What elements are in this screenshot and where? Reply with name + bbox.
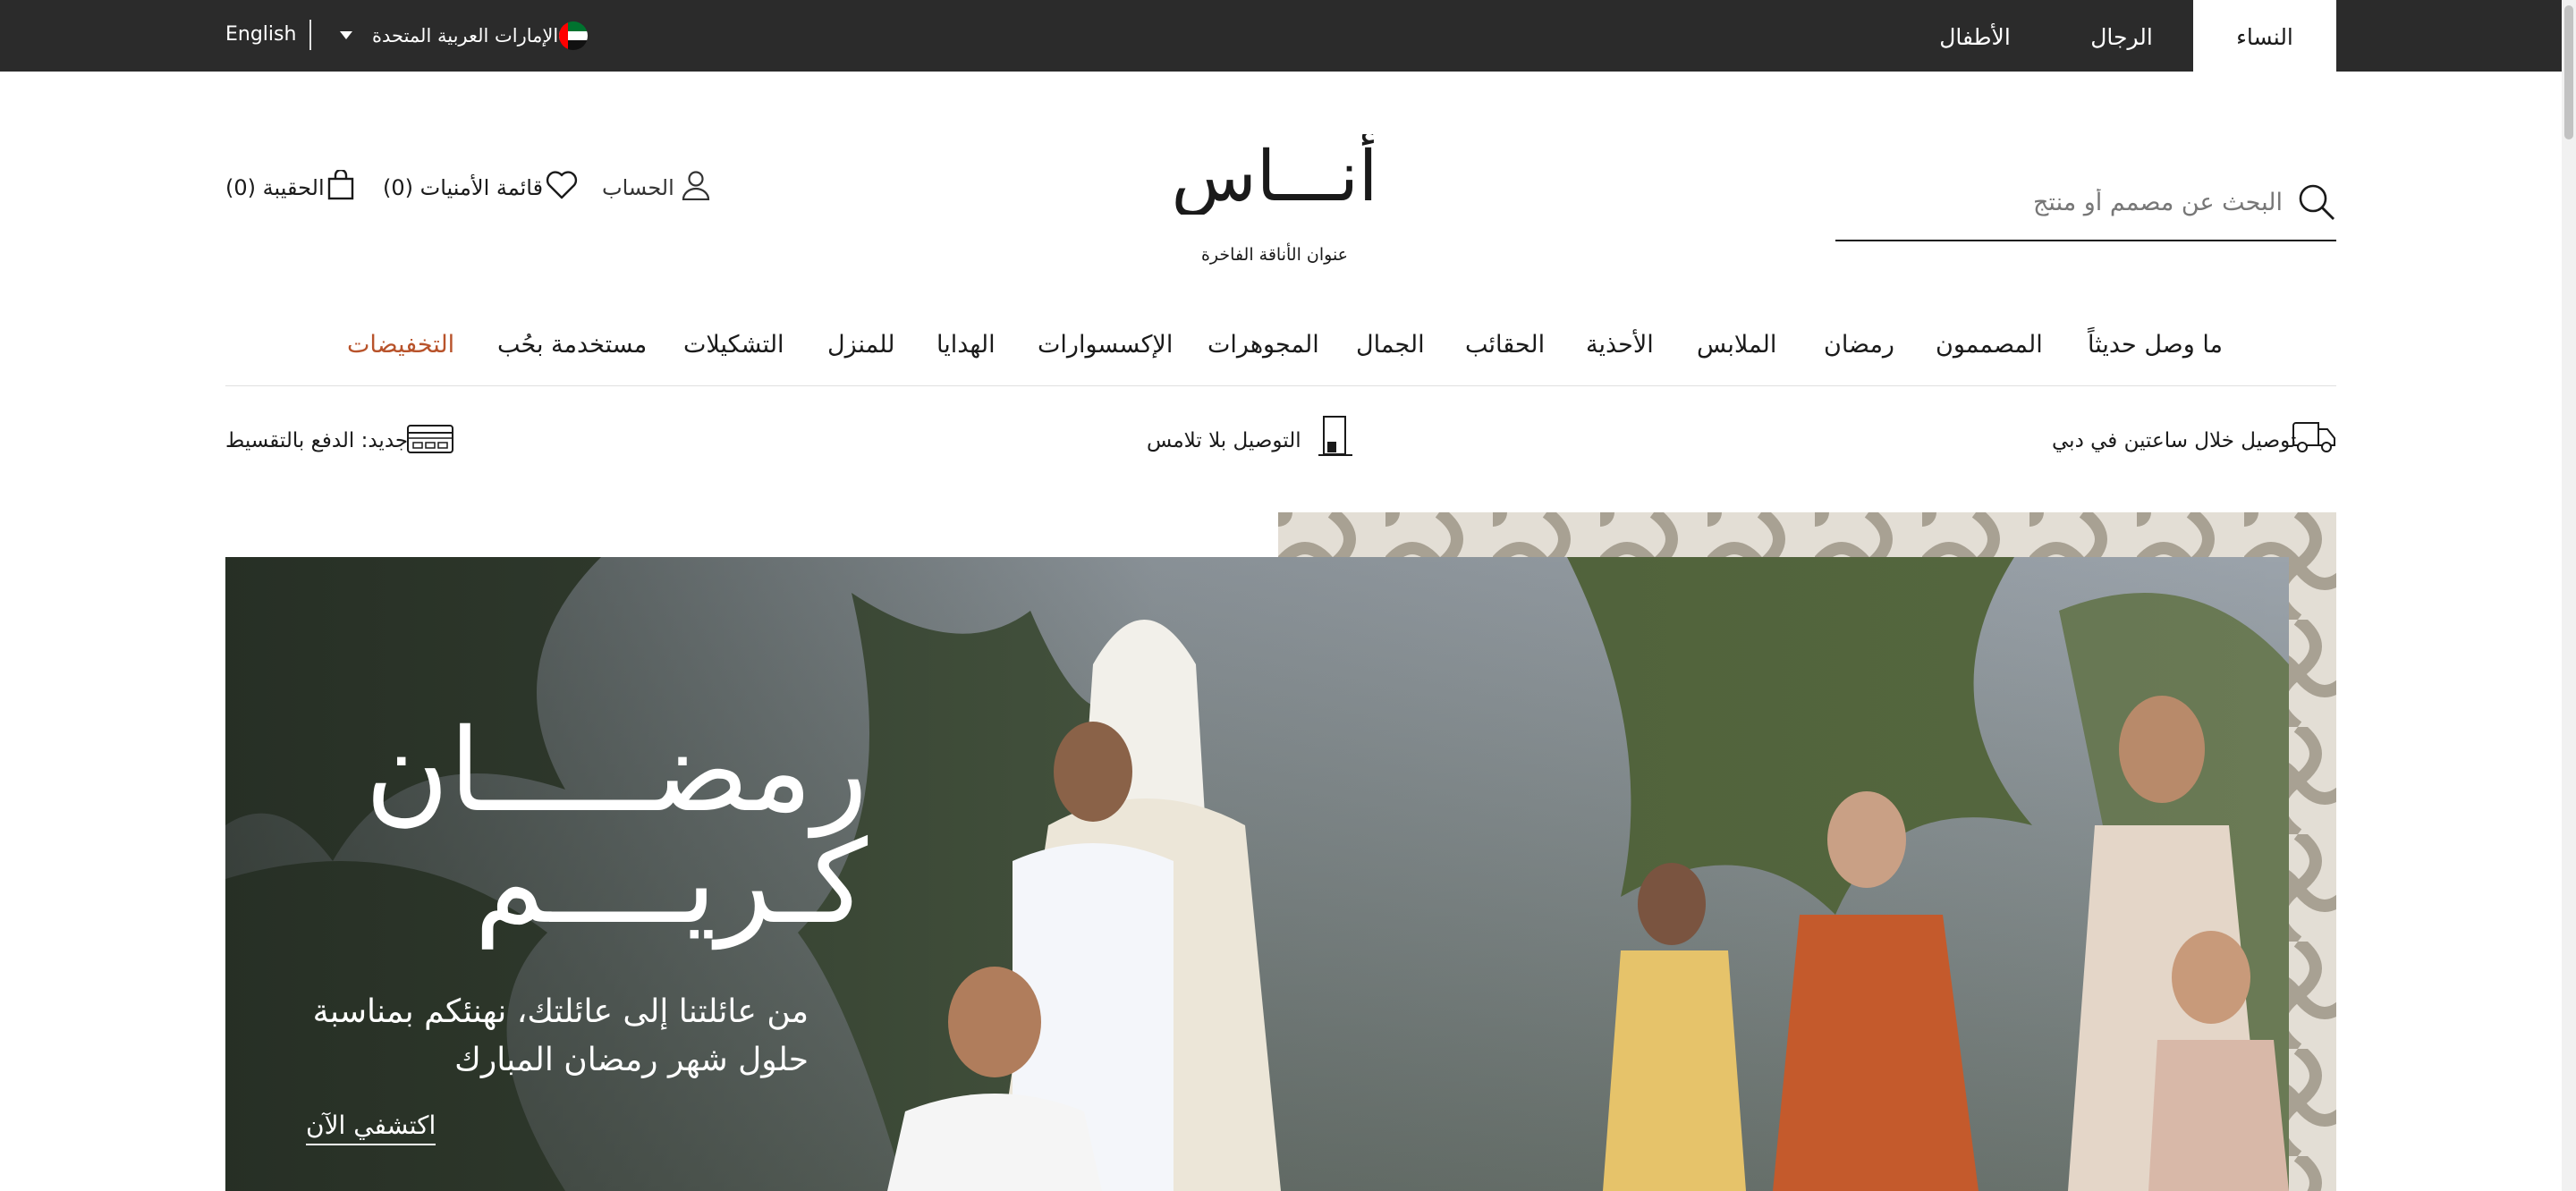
nav-home[interactable]: للمنزل (827, 331, 894, 359)
account-link[interactable]: الحساب (602, 175, 674, 200)
country-selector[interactable]: الإمارات العربية المتحدة (372, 25, 558, 46)
tagline: عنوان الأناقة الفاخرة (1200, 245, 1349, 265)
scrollbar[interactable] (2562, 0, 2576, 1191)
uae-flag-icon[interactable] (559, 21, 588, 50)
search-icon[interactable] (2297, 182, 2336, 222)
bag-link[interactable]: الحقيبة (0) (225, 175, 325, 200)
nav-beauty[interactable]: الجمال (1356, 331, 1425, 359)
divider (309, 20, 311, 50)
user-icon[interactable] (682, 170, 710, 201)
chevron-down-icon[interactable] (340, 31, 352, 39)
tab-women[interactable]: النساء (2193, 0, 2336, 72)
nav-collections[interactable]: التشكيلات (683, 331, 784, 359)
hero-title-line-2: كـريــــم (474, 816, 868, 950)
nav-preloved[interactable]: مستخدمة بحُب (497, 331, 647, 359)
hero-cta-link[interactable]: اكتشفي الآن (306, 1111, 436, 1145)
language-switch[interactable]: English (225, 23, 296, 46)
nav-clothing[interactable]: الملابس (1697, 331, 1776, 359)
benefit-contactless[interactable]: التوصيل بلا تلامس (1147, 429, 1301, 452)
hero-subtitle: من عائلتنا إلى عائلتك، نهنئكم بمناسبة حل… (312, 993, 809, 1078)
search-bar[interactable] (1835, 170, 2336, 241)
wishlist-link[interactable]: قائمة الأمنيات (0) (383, 175, 543, 200)
nav-new-in[interactable]: ما وصل حديثاً (2088, 331, 2223, 359)
logo-text: أنـــاس (1172, 134, 1377, 215)
tab-kids[interactable]: الأطفال (1921, 0, 2029, 72)
nav-gifts[interactable]: الهدايا (936, 331, 996, 359)
nav-accessories[interactable]: الإكسسوارات (1038, 331, 1173, 359)
main-nav: التخفيضات مستخدمة بحُب التشكيلات للمنزل … (225, 322, 2336, 386)
credit-card-icon (406, 420, 454, 460)
nav-ramadan[interactable]: رمضان (1824, 331, 1894, 359)
benefit-installments[interactable]: جديد: الدفع بالتقسيط (225, 429, 408, 452)
hero-title: رمضـــــان كـريــــم (286, 705, 868, 950)
nav-bags[interactable]: الحقائب (1465, 331, 1545, 359)
nav-shoes[interactable]: الأحذية (1586, 331, 1654, 359)
scrollbar-thumb[interactable] (2564, 5, 2573, 139)
hero-title-line-1: رمضـــــان (365, 705, 868, 838)
logo[interactable]: أنـــاس (1172, 130, 1378, 218)
nav-designers[interactable]: المصممون (1936, 331, 2043, 359)
top-bar: English الإمارات العربية المتحدة الأطفال… (0, 0, 2562, 72)
nav-jewelry[interactable]: المجوهرات (1208, 331, 1319, 359)
search-input[interactable] (1889, 184, 2283, 220)
nav-sale[interactable]: التخفيضات (347, 331, 454, 359)
door-box-icon (1318, 415, 1352, 461)
benefit-fast-delivery[interactable]: توصيل خلال ساعتين في دبي (2052, 429, 2296, 452)
shopping-bag-icon[interactable] (327, 168, 354, 200)
delivery-truck-icon (2292, 418, 2336, 458)
heart-icon[interactable] (546, 170, 578, 200)
tab-men[interactable]: الرجال (2080, 0, 2163, 72)
